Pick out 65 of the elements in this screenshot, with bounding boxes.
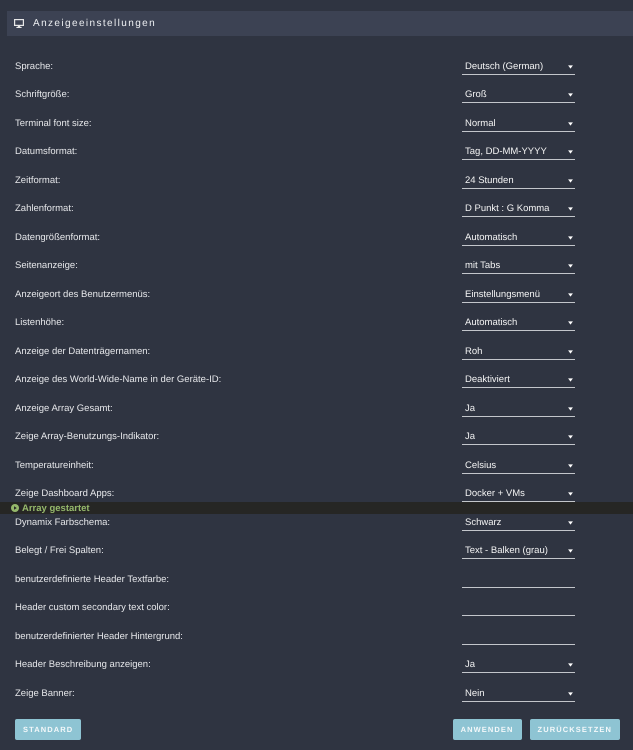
caret-icon: [568, 435, 573, 440]
caret-icon: [568, 378, 573, 382]
dropdown[interactable]: Text - Balken (grau): [462, 544, 575, 560]
setting-label: Zeige Banner:: [15, 688, 75, 699]
setting-label: benutzerdefinierter Header Hintergrund:: [15, 630, 183, 642]
caret-icon: [568, 663, 573, 668]
dropdown[interactable]: Normal: [462, 116, 575, 132]
caret-icon: [568, 236, 573, 240]
caret-icon: [568, 492, 573, 496]
caret-icon: [568, 207, 573, 212]
dropdown[interactable]: Ja: [462, 402, 575, 417]
setting-label: Zahlenformat:: [15, 203, 74, 214]
setting-label: Anzeigeort des Benutzermenüs:: [15, 288, 150, 300]
monitor-icon: [14, 19, 24, 28]
dropdown[interactable]: 24 Stunden: [462, 174, 575, 189]
dropdown[interactable]: Deutsch (German): [462, 60, 575, 75]
dropdown[interactable]: Roh: [462, 344, 575, 360]
dropdown[interactable]: Celsius: [462, 458, 575, 474]
setting-label: Anzeige des World-Wide-Name in der Geräte-ID:: [15, 374, 222, 386]
caret-icon: [568, 520, 573, 525]
caret-icon: [568, 64, 573, 69]
setting-label: Seitenanzeige:: [15, 260, 78, 272]
setting-label: Anzeige Array Gesamt:: [15, 402, 113, 414]
caret-icon: [568, 93, 573, 98]
caret-icon: [568, 292, 573, 297]
setting-label: Belegt / Frei Spalten:: [15, 545, 104, 556]
setting-label: Header custom secondary text color:: [15, 602, 170, 614]
setting-label: Datengrößenformat:: [15, 232, 100, 243]
setting-label: Anzeige der Datenträgernamen:: [15, 346, 150, 357]
dropdown[interactable]: mit Tabs: [462, 259, 575, 274]
caret-icon: [568, 406, 573, 411]
setting-label: Zeige Dashboard Apps:: [15, 488, 114, 500]
dropdown[interactable]: Ja: [462, 658, 575, 674]
setting-label: Datumsformat:: [15, 146, 78, 158]
caret-icon: [568, 122, 573, 126]
dropdown[interactable]: Tag, DD-MM-YYYY: [462, 145, 575, 160]
caret-icon: [568, 464, 573, 468]
setting-label: Schriftgröße:: [15, 89, 70, 100]
dropdown[interactable]: Automatisch: [462, 316, 575, 332]
section-title: Anzeigeeinstellungen: [33, 18, 156, 29]
setting-label: Zeitformat:: [15, 174, 60, 186]
dropdown[interactable]: Groß: [462, 88, 575, 104]
caret-icon: [568, 549, 573, 554]
caret-icon: [568, 178, 573, 183]
setting-label: benutzerdefinierte Header Textfarbe:: [15, 574, 170, 585]
caret-icon: [568, 350, 573, 354]
dropdown[interactable]: Automatisch: [462, 230, 575, 246]
setting-label: Header Beschreibung anzeigen:: [15, 659, 151, 670]
setting-label: Dynamix Farbschema:: [15, 516, 110, 528]
dropdown[interactable]: Ja: [462, 430, 575, 446]
setting-label: Terminal font size:: [15, 118, 92, 129]
setting-label: Listenhöhe:: [15, 317, 64, 328]
caret-icon: [568, 692, 573, 696]
caret-icon: [568, 264, 573, 268]
dropdown[interactable]: Deaktiviert: [462, 373, 575, 388]
dropdown[interactable]: Einstellungsmenü: [462, 288, 575, 303]
dropdown[interactable]: D Punkt : G Komma: [462, 202, 575, 218]
dropdown[interactable]: Nein: [462, 686, 575, 702]
dropdown[interactable]: Schwarz: [462, 516, 575, 531]
caret-icon: [568, 150, 573, 154]
status-text: Array gestartet: [22, 502, 90, 514]
setting-label: Zeige Array-Benutzungs-Indikator:: [15, 431, 160, 442]
setting-label: Sprache:: [15, 60, 54, 72]
caret-icon: [568, 321, 573, 326]
setting-label: Temperatureinheit:: [15, 460, 94, 471]
